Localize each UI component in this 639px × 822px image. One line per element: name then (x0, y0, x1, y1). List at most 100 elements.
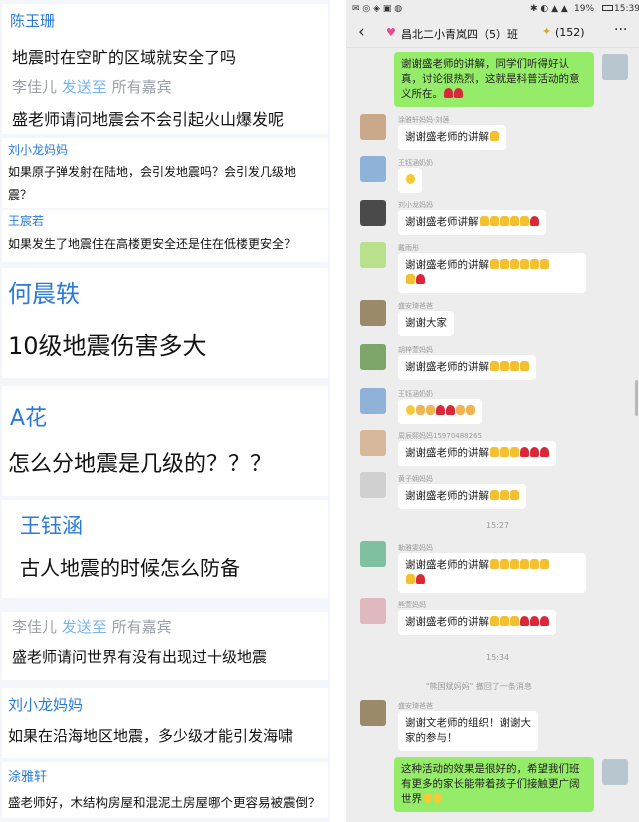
asker-name: 何晨轶 (8, 280, 80, 308)
thumbs-up-emoji-icon (489, 216, 499, 226)
timestamp: 15:34 (486, 653, 510, 662)
message-text: 谢谢大家 (405, 317, 447, 329)
avatar[interactable] (360, 541, 386, 567)
heart-icon: ♥ (386, 26, 396, 39)
message-bubble[interactable]: 谢谢盛老师的讲解 (398, 355, 536, 380)
avatar[interactable] (602, 759, 628, 785)
smile-emoji-icon (433, 793, 442, 803)
status-icons: ✉ ◎ ◈ ▣ ◍ (352, 4, 403, 14)
thumbs-up-emoji-icon (510, 490, 519, 500)
avatar[interactable] (360, 472, 386, 498)
avatar[interactable] (360, 200, 386, 226)
thumbs-up-emoji-icon (500, 259, 509, 269)
scrollbar[interactable] (635, 380, 638, 416)
thumbs-up-emoji-icon (500, 447, 509, 457)
back-arrow-icon[interactable]: ‹ (358, 22, 365, 42)
smile-emoji-icon (406, 405, 415, 415)
question-card: 王宸若 如果发生了地震住在高楼更安全还是住在低楼更安全？ (2, 210, 328, 262)
thumbs-up-emoji-icon (510, 361, 519, 371)
message-bubble[interactable]: 谢谢盛老师讲解 (398, 210, 546, 235)
thumbs-up-emoji-icon (499, 216, 509, 226)
avatar[interactable] (360, 700, 386, 726)
thumbs-up-emoji-icon (490, 259, 499, 269)
message-text: 谢谢盛老师的讲解，同学们听得好认真，讨论很热烈，这就是科普活动的意义所在。 (401, 58, 580, 100)
ellipsis-icon[interactable]: ··· (614, 22, 627, 38)
message-bubble[interactable]: 谢谢文老师的组织！谢谢大家的参与！ (398, 711, 538, 751)
avatar[interactable] (602, 54, 628, 80)
avatar[interactable] (360, 598, 386, 624)
question-card: 李佳儿 发送至 所有嘉宾 盛老师请问世界有没有出现过十级地震 (2, 612, 328, 680)
message-bubble[interactable]: 谢谢盛老师的讲解 (398, 125, 506, 150)
avatar[interactable] (360, 300, 386, 326)
message-text: 谢谢盛老师的讲解 (405, 616, 489, 628)
chat-header: ‹ ♥ 昌北二小青岚四（5）班 ✦ (152) ··· (346, 18, 639, 48)
message-text: 谢谢盛老师的讲解 (405, 490, 489, 502)
question-card: 地震时在空旷的区域就安全了吗 (2, 44, 328, 72)
sender-nick: 盛安琦爸爸 (398, 302, 433, 310)
question-text: 古人地震的时候怎么防备 (20, 556, 240, 580)
thumbs-up-emoji-icon (520, 559, 529, 569)
avatar[interactable] (360, 344, 386, 370)
message-bubble[interactable]: 谢谢盛老师的讲解 (398, 553, 586, 593)
message-bubble[interactable]: 谢谢盛老师的讲解 (398, 253, 586, 293)
question-text: 10级地震伤害多大 (8, 332, 207, 360)
asker-name: 陈玉珊 (10, 12, 56, 30)
thumbs-up-emoji-icon (500, 361, 509, 371)
rose-emoji-icon (529, 216, 539, 226)
wechat-group-chat: ✉ ◎ ◈ ▣ ◍ ✱ ◐ ▲ ▲ 19% 15:39 ‹ ♥ 昌北二小青岚四（… (346, 0, 639, 822)
avatar[interactable] (360, 388, 386, 414)
my-message-bubble[interactable]: 这种活动的效果是很好的，希望我们班有更多的家长能带着孩子们接触更广阔世界 (394, 757, 594, 812)
thumbs-up-emoji-icon (510, 447, 519, 457)
my-message-bubble[interactable]: 谢谢盛老师的讲解，同学们听得好认真，讨论很热烈，这就是科普活动的意义所在。 (394, 52, 594, 107)
thumbs-up-emoji-icon (510, 616, 519, 626)
sender-name: 李佳儿 (12, 618, 58, 636)
message-text: 谢谢盛老师的讲解 (405, 361, 489, 373)
message-bubble[interactable]: 谢谢盛老师的讲解 (398, 610, 556, 635)
message-bubble[interactable] (398, 399, 482, 424)
avatar[interactable] (360, 156, 386, 182)
question-text: 盛老师好，木结构房屋和混泥土房屋哪个更容易被震倒？ (8, 795, 321, 810)
status-bar: ✉ ◎ ◈ ▣ ◍ ✱ ◐ ▲ ▲ 19% 15:39 (346, 0, 639, 18)
question-card: 何晨轶 10级地震伤害多大 (2, 268, 328, 378)
asker-name: 刘小龙妈妈 (8, 696, 84, 714)
avatar[interactable] (360, 242, 386, 268)
question-card: 李佳儿 发送至 所有嘉宾 盛老师请问地震会不会引起火山爆发呢 (2, 72, 328, 134)
rose-emoji-icon (444, 88, 453, 98)
clap-emoji-icon (466, 405, 475, 415)
sender-nick: 勒雅雯妈妈 (398, 544, 433, 552)
thumbs-up-emoji-icon (519, 216, 529, 226)
question-text: 如果发生了地震住在高楼更安全还是住在低楼更安全？ (8, 237, 297, 251)
message-text: 谢谢盛老师的讲解 (405, 559, 489, 571)
sender-nick: 黄子娴妈妈 (398, 475, 433, 483)
sender-nick: 涂雅轩妈妈-刘莲 (398, 116, 450, 124)
message-text: 谢谢盛老师的讲解 (405, 259, 489, 271)
thumbs-up-emoji-icon (520, 361, 529, 371)
thumbs-up-emoji-icon (490, 447, 499, 457)
message-bubble[interactable]: 谢谢大家 (398, 311, 454, 336)
battery-level: 19% (574, 4, 595, 14)
question-text: 怎么分地震是几级的？？？ (8, 452, 273, 477)
asker-name: 刘小龙妈妈 (8, 143, 69, 157)
message-bubble[interactable]: 谢谢盛老师的讲解 (398, 484, 526, 509)
avatar[interactable] (360, 430, 386, 456)
question-card: 刘小龙妈妈 如果原子弹发射在陆地，会引发地震吗？会引发几级地 震？ (2, 138, 328, 208)
rose-emoji-icon (446, 405, 455, 415)
sender-nick: 戴雨彤 (398, 244, 419, 252)
rose-emoji-icon (540, 447, 549, 457)
sender-nick: 胡梓萱妈妈 (398, 346, 433, 354)
avatar[interactable] (360, 114, 386, 140)
send-to-label: 发送至 (61, 618, 107, 636)
send-to-label: 发送至 (61, 78, 107, 96)
thumbs-up-emoji-icon (509, 216, 519, 226)
question-text: 盛老师请问地震会不会引起火山爆发呢 (12, 110, 285, 129)
message-bubble[interactable] (398, 168, 422, 193)
send-line: 李佳儿 发送至 所有嘉宾 (12, 76, 172, 97)
thumbs-up-emoji-icon (490, 361, 499, 371)
question-card: 王钰涵 古人地震的时候怎么防备 (2, 500, 328, 598)
question-card: 刘小龙妈妈 如果在沿海地区地震，多少级才能引发海啸 (2, 688, 328, 758)
question-text: 地震时在空旷的区域就安全了吗 (12, 48, 237, 67)
asker-name: A花 (10, 406, 48, 431)
thumbs-up-emoji-icon (490, 559, 499, 569)
message-text: 谢谢文老师的组织！谢谢大家的参与！ (405, 717, 531, 744)
message-bubble[interactable]: 谢谢盛老师的讲解 (398, 441, 556, 466)
